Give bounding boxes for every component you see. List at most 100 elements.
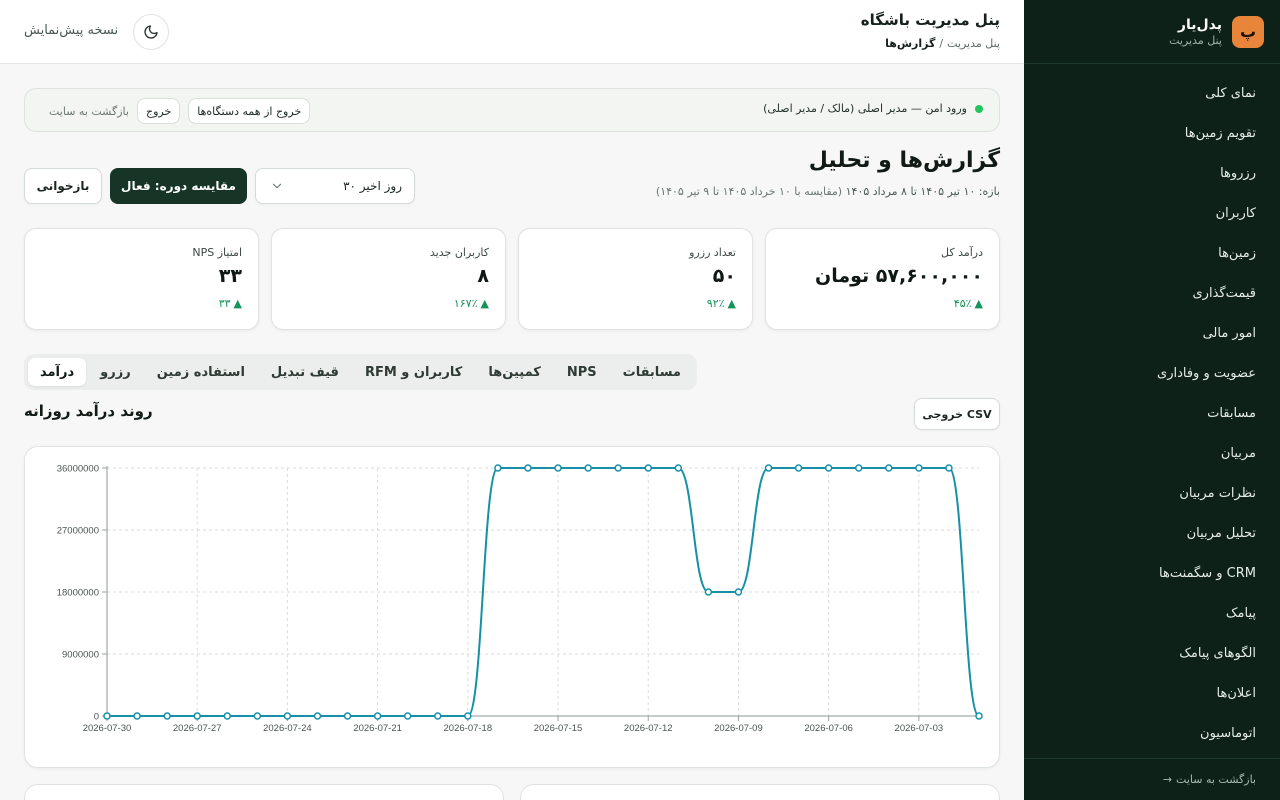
data-point [283, 712, 292, 720]
logout-button[interactable]: خروج [136, 98, 181, 124]
tab-bookings[interactable]: رزرو [88, 358, 143, 386]
sidebar-item-pricing[interactable]: قیمت‌گذاری [1024, 273, 1280, 313]
back-to-site-button[interactable]: بازگشت به سایت [49, 105, 129, 118]
brand-logo: پ [1232, 15, 1264, 48]
data-point [915, 464, 923, 472]
logout-all-devices-button[interactable]: خروج از همه دستگاه‌ها [188, 98, 311, 124]
data-point [343, 712, 352, 720]
period-select-value: ۳۰ روز اخیر [343, 179, 402, 193]
sidebar-item-crm[interactable]: CRM و سگمنت‌ها [1024, 553, 1280, 593]
breadcrumb-current: گزارش‌ها [885, 37, 936, 50]
y-tick-label: 36000000 [57, 464, 99, 475]
session-status-text: ورود امن — مدیر اصلی (مالک / مدیر اصلی) [763, 102, 967, 115]
data-point [133, 712, 141, 720]
x-tick-label: 2026-07-03 [895, 723, 944, 734]
brand[interactable]: پ پدل‌یار پنل مدیریت [1024, 0, 1280, 64]
sidebar-item-users[interactable]: کاربران [1024, 193, 1280, 233]
back-to-site-link[interactable]: بازگشت به سایت → [1024, 758, 1280, 800]
export-csv-button[interactable]: خروجی CSV [914, 398, 1000, 430]
sidebar-item-sms-templates[interactable]: الگوهای پیامک [1024, 633, 1280, 673]
tab-funnel[interactable]: قیف تبدیل [259, 358, 351, 386]
kpi-delta: ▲ ۱۶۷٪ [454, 297, 489, 310]
arrow-right-icon: → [1162, 773, 1173, 786]
sidebar-item-coach-analytics[interactable]: تحلیل مربیان [1024, 513, 1280, 553]
kpi-delta: ▲ ۴۵٪ [954, 297, 983, 310]
data-point [524, 464, 532, 472]
sidebar-item-bookings[interactable]: رزروها [1024, 153, 1280, 193]
y-tick-label: 0 [94, 712, 99, 723]
sidebar-item-overview[interactable]: نمای کلی [1024, 73, 1280, 113]
tab-campaigns[interactable]: کمپین‌ها [476, 358, 552, 386]
kpi-label: امتیاز NPS [192, 246, 242, 259]
date-range: بازه: ۱۰ تیر ۱۴۰۵ تا ۸ مرداد ۱۴۰۵ [845, 185, 1000, 198]
data-point [103, 712, 111, 720]
kpi-delta-value: ۱۶۷٪ [453, 297, 478, 310]
data-point [403, 712, 412, 720]
triangle-up-icon: ▲ [727, 297, 736, 310]
period-select[interactable]: ۳۰ روز اخیر [255, 168, 415, 204]
brand-title: پدل‌یار [1177, 16, 1222, 33]
revenue-line-chart: 360000002700000018000000900000002026-07-… [57, 464, 983, 734]
breadcrumb-root[interactable]: پنل مدیریت [947, 37, 1000, 50]
moon-icon [144, 25, 158, 39]
x-tick-label: 2026-07-06 [804, 723, 853, 734]
sidebar-item-court-calendar[interactable]: تقویم زمین‌ها [1024, 113, 1280, 153]
tab-court-usage[interactable]: استفاده زمین [145, 358, 257, 386]
sidebar-item-finance[interactable]: امور مالی [1024, 313, 1280, 353]
kpi-delta-value: ۴۵٪ [953, 297, 972, 310]
tab-nps[interactable]: NPS [555, 358, 609, 386]
kpi-card-revenue: درآمد کل ۵۷,۶۰۰,۰۰۰ تومان ▲ ۴۵٪ [765, 228, 1000, 330]
sidebar-item-coaches[interactable]: مربیان [1024, 433, 1280, 473]
sidebar-item-membership[interactable]: عضویت و وفاداری [1024, 353, 1280, 393]
kpi-label: کاربران جدید [429, 246, 489, 259]
sidebar-item-tournaments[interactable]: مسابقات [1024, 393, 1280, 433]
x-tick-label: 2026-07-24 [263, 723, 312, 734]
kpi-value: ۵۷,۶۰۰,۰۰۰ تومان [815, 265, 983, 287]
sidebar-item-courts[interactable]: زمین‌ها [1024, 233, 1280, 273]
sidebar-item-sms[interactable]: پیامک [1024, 593, 1280, 633]
data-point [704, 588, 713, 596]
x-tick-label: 2026-07-18 [444, 723, 493, 734]
tab-tournaments[interactable]: مسابقات [611, 358, 693, 386]
theme-toggle-button[interactable] [133, 14, 169, 50]
session-banner: ورود امن — مدیر اصلی (مالک / مدیر اصلی) … [24, 88, 1000, 132]
tab-rfm[interactable]: RFM کاربران و [353, 358, 474, 386]
data-point [975, 712, 983, 720]
page-title: گزارش‌ها و تحلیل [808, 148, 1000, 173]
data-point [253, 712, 262, 720]
sidebar-item-automation[interactable]: اتوماسیون [1024, 713, 1280, 753]
header-title: پنل مدیریت باشگاه [860, 11, 1000, 29]
data-point [223, 712, 232, 720]
data-point [644, 464, 652, 472]
date-range-text: بازه: ۱۰ تیر ۱۴۰۵ تا ۸ مرداد ۱۴۰۵ (مقایس… [656, 185, 1000, 198]
kpi-delta-value: ۹۲٪ [706, 297, 725, 310]
x-tick-label: 2026-07-12 [624, 723, 673, 734]
sidebar-nav: نمای کلی تقویم زمین‌ها رزروها کاربران زم… [1024, 64, 1280, 753]
brand-subtitle: پنل مدیریت [1169, 33, 1222, 47]
data-point [794, 464, 803, 472]
reload-button[interactable]: بازخوانی [24, 168, 102, 204]
kpi-card-bookings: تعداد رزرو ۵۰ ▲ ۹۲٪ [518, 228, 753, 330]
compare-range: (مقایسه با ۱۰ خرداد ۱۴۰۵ تا ۹ تیر ۱۴۰۵) [655, 185, 843, 198]
data-point [945, 464, 953, 472]
x-tick-label: 2026-07-30 [83, 723, 132, 734]
data-point [373, 712, 382, 720]
data-point [464, 712, 472, 720]
data-point [734, 588, 743, 596]
breadcrumb: پنل مدیریت / گزارش‌ها [885, 37, 1000, 50]
data-point [163, 712, 171, 720]
data-point [554, 464, 562, 472]
compare-period-toggle[interactable]: مقایسه دوره: فعال [110, 168, 247, 204]
report-controls: بازخوانی مقایسه دوره: فعال ۳۰ روز اخیر [24, 168, 415, 204]
kpi-value: ۵۰ [712, 265, 736, 287]
data-point [434, 712, 442, 720]
x-tick-label: 2026-07-09 [714, 723, 763, 734]
sidebar-item-coach-reviews[interactable]: نظرات مربیان [1024, 473, 1280, 513]
triangle-up-icon: ▲ [233, 297, 242, 310]
y-tick-label: 18000000 [57, 588, 99, 599]
tab-revenue[interactable]: درآمد [28, 358, 87, 386]
sidebar-item-notifications[interactable]: اعلان‌ها [1024, 673, 1280, 713]
kpi-cards: درآمد کل ۵۷,۶۰۰,۰۰۰ تومان ▲ ۴۵٪ تعداد رز… [24, 228, 1000, 330]
data-point [614, 464, 622, 472]
kpi-label: تعداد رزرو [689, 246, 736, 259]
